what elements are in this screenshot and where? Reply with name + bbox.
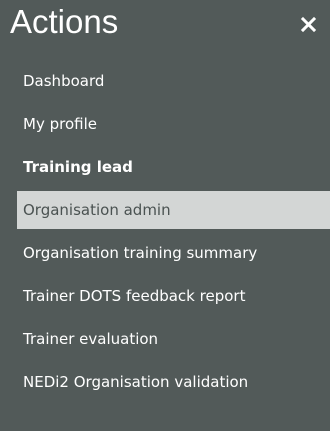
actions-panel: Actions Dashboard My profile Training le…	[0, 0, 330, 431]
menu-item-organisation-training-summary[interactable]: Organisation training summary	[17, 234, 330, 272]
menu-item-organisation-admin[interactable]: Organisation admin	[17, 191, 330, 229]
actions-menu: Dashboard My profile Training lead Organ…	[17, 62, 330, 406]
menu-item-my-profile[interactable]: My profile	[17, 105, 330, 143]
menu-item-trainer-dots-feedback-report[interactable]: Trainer DOTS feedback report	[17, 277, 330, 315]
close-button[interactable]	[299, 14, 319, 34]
panel-title: Actions	[10, 3, 119, 40]
panel-header: Actions	[0, 0, 330, 50]
menu-item-trainer-evaluation[interactable]: Trainer evaluation	[17, 320, 330, 358]
menu-item-training-lead[interactable]: Training lead	[17, 148, 330, 186]
menu-item-nedi2-organisation-validation[interactable]: NEDi2 Organisation validation	[17, 363, 330, 401]
close-icon	[300, 16, 317, 33]
menu-item-dashboard[interactable]: Dashboard	[17, 62, 330, 100]
